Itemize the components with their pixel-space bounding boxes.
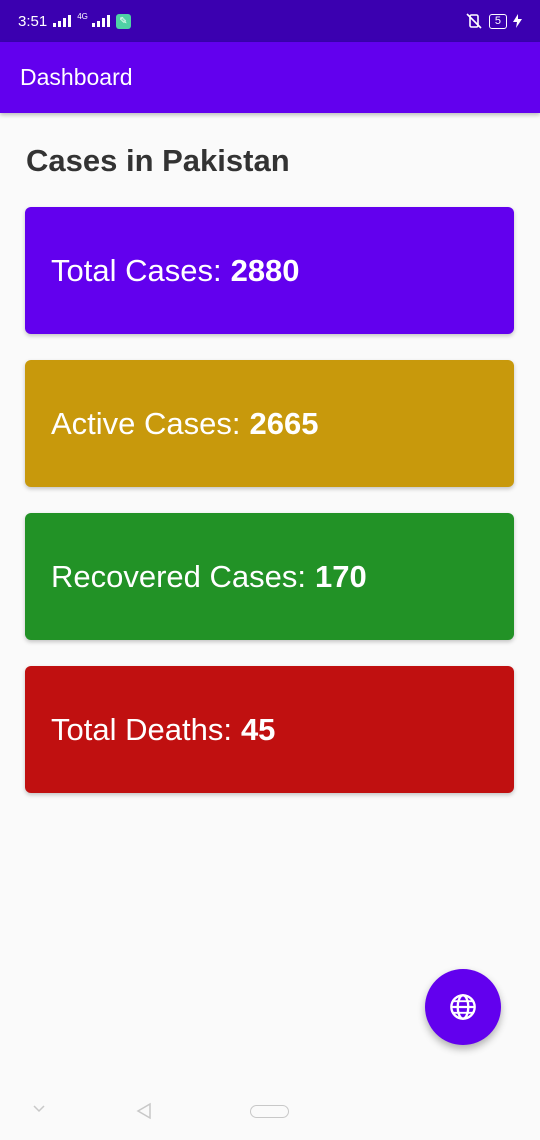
home-icon[interactable] [250, 1105, 289, 1118]
page-title: Cases in Pakistan [26, 143, 290, 178]
app-notification-icon: ✎ [115, 13, 131, 29]
signal-icon [53, 15, 72, 27]
network-type-label: 4G [77, 11, 88, 21]
recovered-cases-card: Recovered Cases: 170 [25, 513, 514, 640]
card-label: Total Deaths: [51, 711, 232, 747]
status-bar: 3:51 4G ✎ 5 [0, 0, 540, 42]
system-nav-bar [0, 1090, 540, 1140]
status-left: 3:51 4G ✎ [18, 11, 131, 30]
card-value: 45 [240, 711, 276, 747]
signal-icon-2 [91, 15, 110, 27]
chevron-down-icon[interactable] [32, 1102, 46, 1116]
app-bar-title: Dashboard [20, 64, 133, 90]
status-time: 3:51 [18, 12, 48, 30]
card-label: Recovered Cases: [51, 558, 307, 594]
total-deaths-card: Total Deaths: 45 [25, 666, 514, 793]
battery-level: 5 [494, 14, 501, 27]
card-value: 170 [315, 558, 367, 594]
card-label: Total Cases: [51, 252, 222, 288]
card-value: 2665 [249, 405, 319, 441]
charging-icon [513, 14, 522, 28]
globe-icon [450, 994, 476, 1020]
active-cases-card: Active Cases: 2665 [25, 360, 514, 487]
back-icon[interactable] [135, 1102, 153, 1120]
total-cases-card: Total Cases: 2880 [25, 207, 514, 334]
card-label: Active Cases: [51, 405, 241, 441]
app-bar: Dashboard [0, 42, 540, 113]
card-value: 2880 [230, 252, 300, 288]
vibrate-icon [466, 13, 482, 29]
battery-icon: 5 [488, 13, 507, 29]
status-right: 5 [465, 13, 522, 29]
globe-fab-button[interactable] [425, 969, 501, 1045]
